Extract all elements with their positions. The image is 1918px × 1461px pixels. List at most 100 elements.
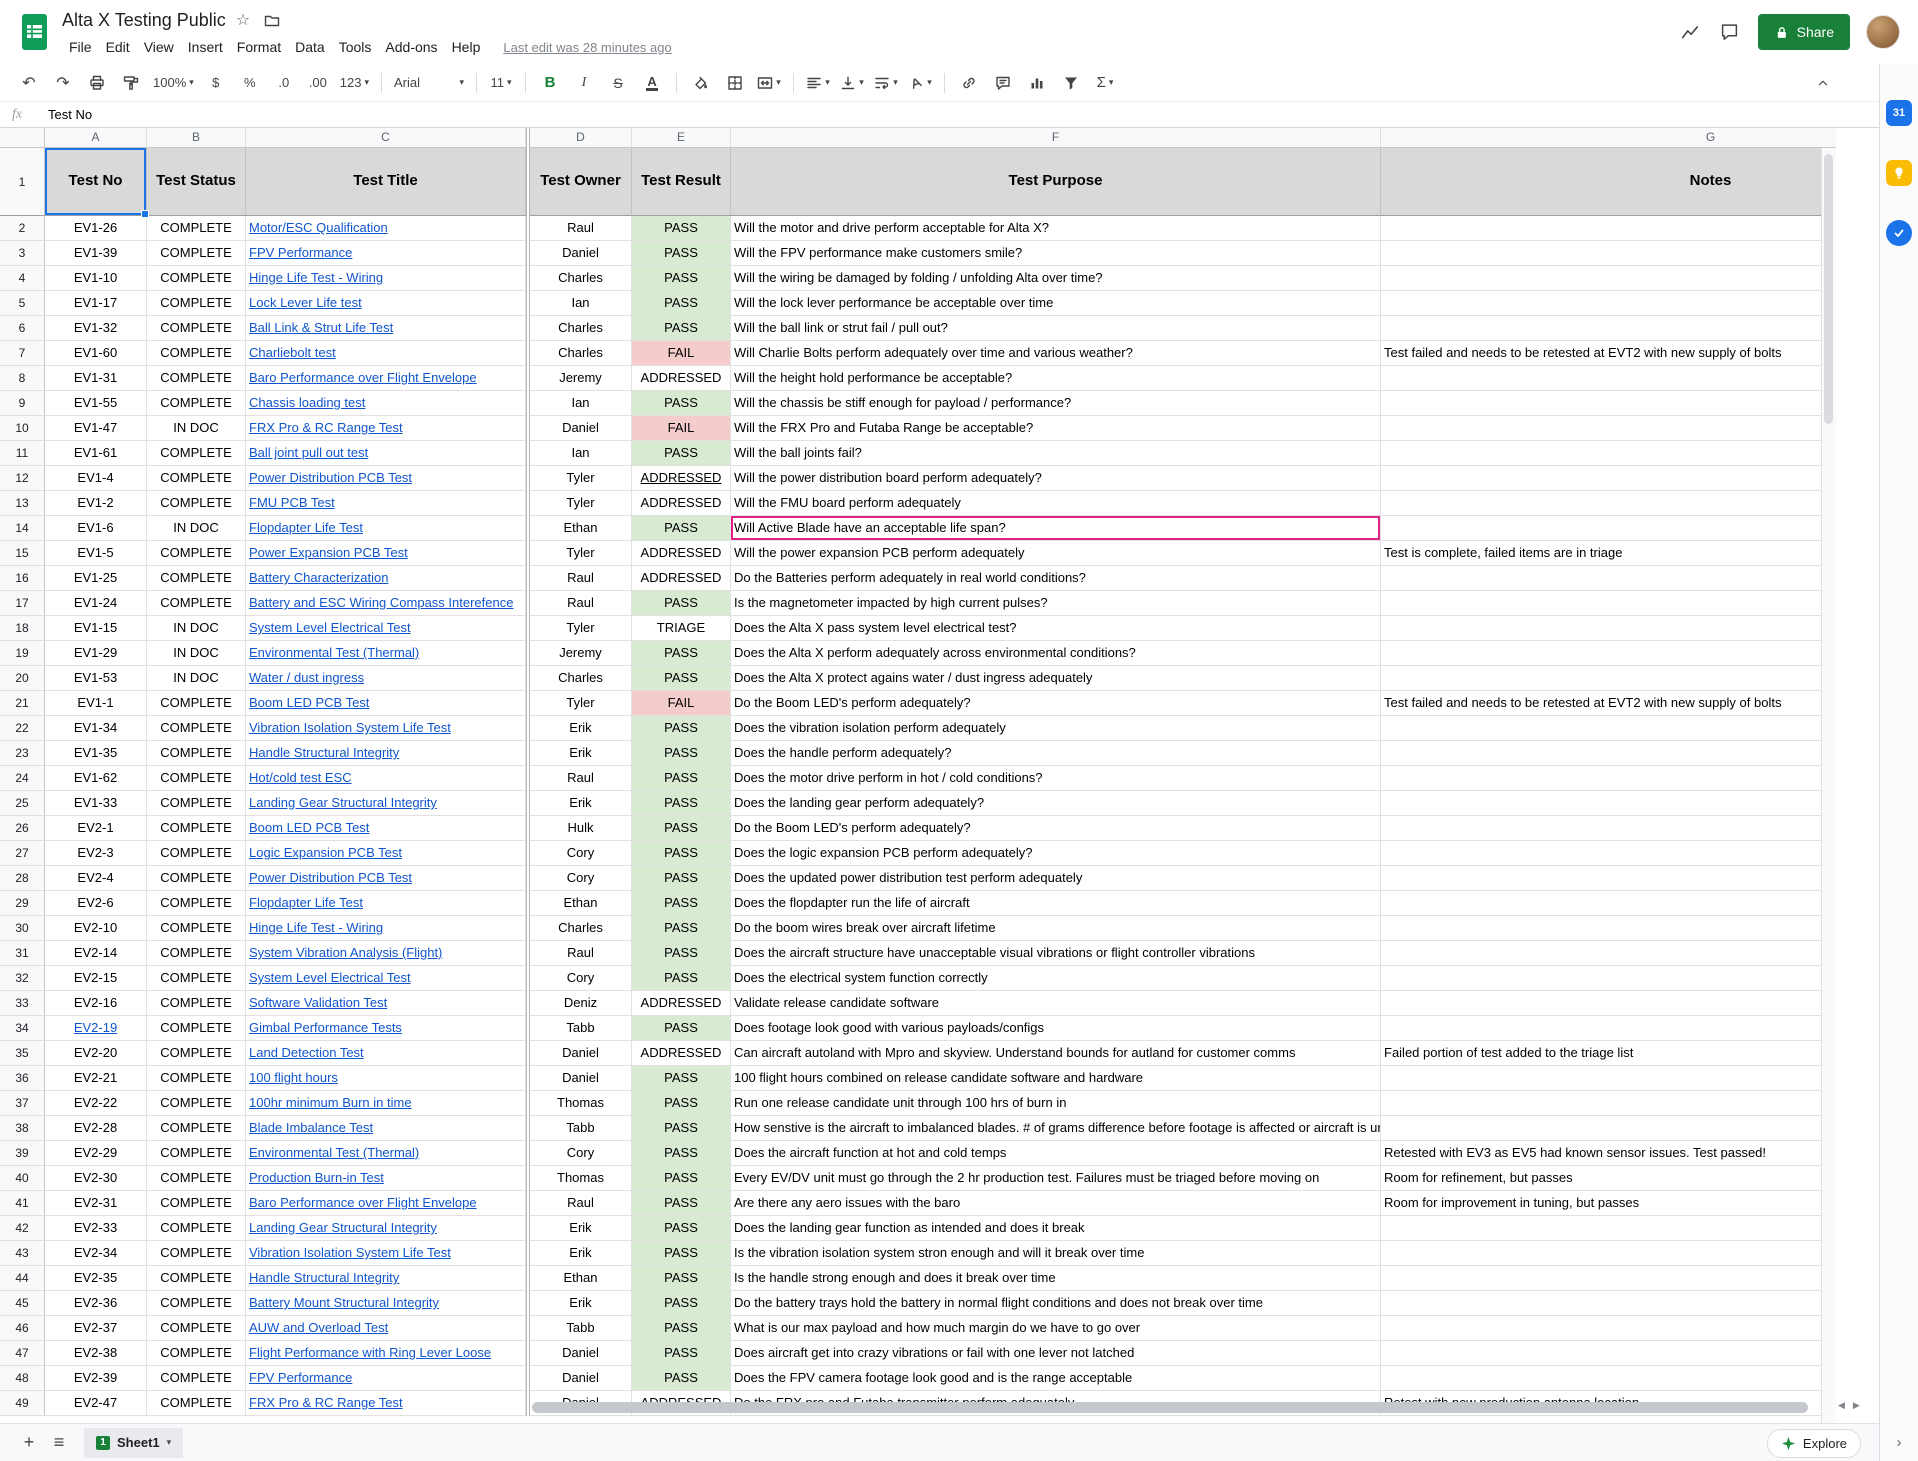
cell-C30[interactable]: Hinge Life Test - Wiring [246,916,526,941]
cell-link[interactable]: System Vibration Analysis (Flight) [249,945,442,960]
cell-E48[interactable]: PASS [632,1366,731,1391]
cell-link[interactable]: Vibration Isolation System Life Test [249,720,451,735]
cell-A16[interactable]: EV1-25 [45,566,147,591]
last-edit-link[interactable]: Last edit was 28 minutes ago [503,40,671,55]
cell-F16[interactable]: Do the Batteries perform adequately in r… [731,566,1381,591]
row-number[interactable]: 41 [0,1191,45,1216]
menu-format[interactable]: Format [230,37,288,57]
cell-link[interactable]: Boom LED PCB Test [249,820,369,835]
row-number[interactable]: 36 [0,1066,45,1091]
cell-E42[interactable]: PASS [632,1216,731,1241]
cell-A17[interactable]: EV1-24 [45,591,147,616]
cell-A49[interactable]: EV2-47 [45,1391,147,1416]
cell-D1[interactable]: Test Owner [530,148,632,216]
cell-F33[interactable]: Validate release candidate software [731,991,1381,1016]
menu-data[interactable]: Data [288,37,332,57]
cell-F43[interactable]: Is the vibration isolation system stron … [731,1241,1381,1266]
cell-D4[interactable]: Charles [530,266,632,291]
cell-link[interactable]: FPV Performance [249,1370,352,1385]
cell-G1[interactable]: Notes [1381,148,1836,216]
cell-G37[interactable] [1381,1091,1836,1116]
row-number[interactable]: 22 [0,716,45,741]
cell-G44[interactable] [1381,1266,1836,1291]
formula-bar-value[interactable]: Test No [48,107,92,122]
cell-G11[interactable] [1381,441,1836,466]
cell-B25[interactable]: COMPLETE [147,791,246,816]
cell-A15[interactable]: EV1-5 [45,541,147,566]
cell-E45[interactable]: PASS [632,1291,731,1316]
cell-E21[interactable]: FAIL [632,691,731,716]
menu-addons[interactable]: Add-ons [378,37,444,57]
cell-B4[interactable]: COMPLETE [147,266,246,291]
cell-C7[interactable]: Charliebolt test [246,341,526,366]
cell-link[interactable]: AUW and Overload Test [249,1320,388,1335]
cell-A1[interactable]: Test No [45,148,147,216]
cell-link[interactable]: Hot/cold test ESC [249,770,352,785]
cell-B31[interactable]: COMPLETE [147,941,246,966]
cell-link[interactable]: Power Expansion PCB Test [249,545,408,560]
cell-G7[interactable]: Test failed and needs to be retested at … [1381,341,1836,366]
cell-A35[interactable]: EV2-20 [45,1041,147,1066]
cell-A40[interactable]: EV2-30 [45,1166,147,1191]
scroll-right-icon[interactable]: ▶ [1853,1400,1860,1411]
cell-link[interactable]: Environmental Test (Thermal) [249,1145,419,1160]
cell-F9[interactable]: Will the chassis be stiff enough for pay… [731,391,1381,416]
cell-E46[interactable]: PASS [632,1316,731,1341]
cell-E47[interactable]: PASS [632,1341,731,1366]
cell-A39[interactable]: EV2-29 [45,1141,147,1166]
cell-G20[interactable] [1381,666,1836,691]
star-icon[interactable]: ☆ [236,13,250,29]
cell-B28[interactable]: COMPLETE [147,866,246,891]
column-header-F[interactable]: F [731,128,1381,148]
cell-A3[interactable]: EV1-39 [45,241,147,266]
cell-D23[interactable]: Erik [530,741,632,766]
cell-G4[interactable] [1381,266,1836,291]
cell-F28[interactable]: Does the updated power distribution test… [731,866,1381,891]
cell-B17[interactable]: COMPLETE [147,591,246,616]
row-number[interactable]: 12 [0,466,45,491]
cell-F12[interactable]: Will the power distribution board perfor… [731,466,1381,491]
cell-A45[interactable]: EV2-36 [45,1291,147,1316]
share-button[interactable]: Share [1758,14,1850,50]
cell-G18[interactable] [1381,616,1836,641]
cell-C2[interactable]: Motor/ESC Qualification [246,216,526,241]
row-number[interactable]: 44 [0,1266,45,1291]
menu-file[interactable]: File [62,37,99,57]
cell-C29[interactable]: Flopdapter Life Test [246,891,526,916]
row-number[interactable]: 13 [0,491,45,516]
cell-G6[interactable] [1381,316,1836,341]
cell-E23[interactable]: PASS [632,741,731,766]
cell-B47[interactable]: COMPLETE [147,1341,246,1366]
cell-F18[interactable]: Does the Alta X pass system level electr… [731,616,1381,641]
cell-F24[interactable]: Does the motor drive perform in hot / co… [731,766,1381,791]
cell-link[interactable]: Charliebolt test [249,345,336,360]
cell-B8[interactable]: COMPLETE [147,366,246,391]
cell-F39[interactable]: Does the aircraft function at hot and co… [731,1141,1381,1166]
cell-D20[interactable]: Charles [530,666,632,691]
cell-link[interactable]: Battery and ESC Wiring Compass Interefen… [249,595,513,610]
cell-F38[interactable]: How senstive is the aircraft to imbalanc… [731,1116,1381,1141]
cell-G42[interactable] [1381,1216,1836,1241]
cell-C32[interactable]: System Level Electrical Test [246,966,526,991]
cell-D46[interactable]: Tabb [530,1316,632,1341]
cell-G5[interactable] [1381,291,1836,316]
cell-link[interactable]: System Level Electrical Test [249,970,411,985]
cell-D39[interactable]: Cory [530,1141,632,1166]
row-number[interactable]: 6 [0,316,45,341]
cell-C35[interactable]: Land Detection Test [246,1041,526,1066]
cell-F4[interactable]: Will the wiring be damaged by folding / … [731,266,1381,291]
cell-G25[interactable] [1381,791,1836,816]
cell-D17[interactable]: Raul [530,591,632,616]
number-format-select[interactable]: 123▾ [335,70,374,96]
cell-G34[interactable] [1381,1016,1836,1041]
zoom-select[interactable]: 100%▾ [148,70,199,96]
cell-A18[interactable]: EV1-15 [45,616,147,641]
cell-G15[interactable]: Test is complete, failed items are in tr… [1381,541,1836,566]
cell-F20[interactable]: Does the Alta X protect agains water / d… [731,666,1381,691]
cell-A14[interactable]: EV1-6 [45,516,147,541]
cell-B36[interactable]: COMPLETE [147,1066,246,1091]
cell-A26[interactable]: EV2-1 [45,816,147,841]
row-number[interactable]: 11 [0,441,45,466]
menu-help[interactable]: Help [445,37,488,57]
cell-D32[interactable]: Cory [530,966,632,991]
